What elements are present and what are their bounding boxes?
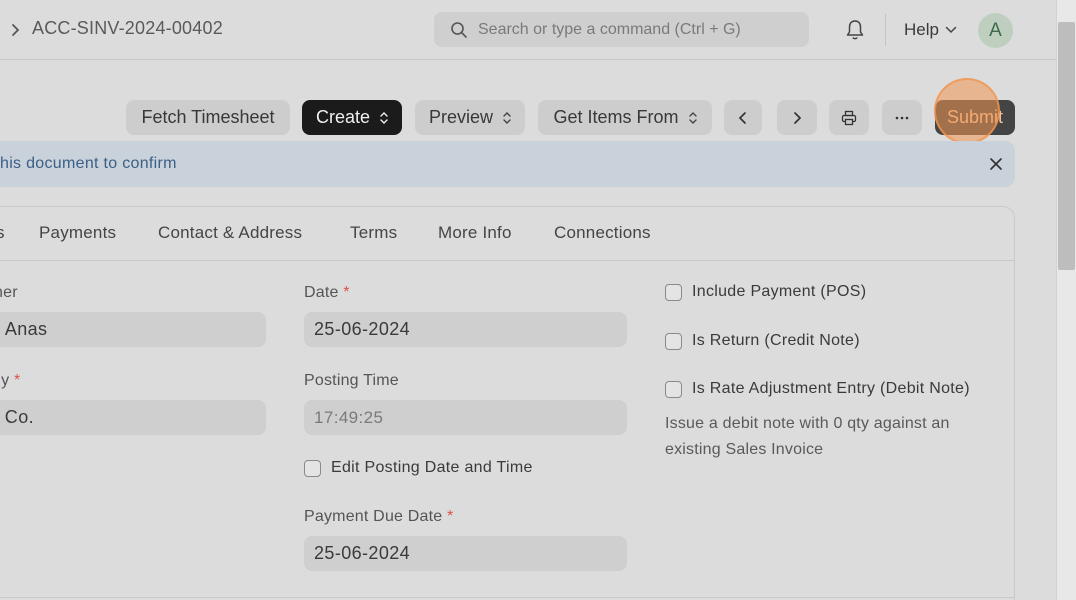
chevron-down-icon [945, 26, 957, 34]
get-items-from-dropdown-button[interactable]: Get Items From [538, 100, 712, 135]
previous-document-button[interactable] [724, 100, 762, 135]
preview-dropdown-button[interactable]: Preview [415, 100, 525, 135]
next-document-button[interactable] [777, 100, 817, 135]
company-label: ny * [0, 372, 20, 390]
scrollbar-thumb[interactable] [1058, 22, 1075, 270]
updown-chevron-icon [688, 111, 697, 124]
user-avatar[interactable]: A [978, 13, 1013, 48]
required-asterisk: * [343, 284, 350, 301]
printer-icon [841, 110, 857, 125]
alert-text: his document to confirm [0, 155, 177, 172]
tab-details[interactable]: s [0, 223, 5, 243]
required-asterisk: * [447, 508, 454, 525]
help-label: Help [904, 20, 939, 39]
submit-reminder-alert: his document to confirm [0, 141, 1015, 187]
chevron-right-icon [794, 111, 802, 124]
company-label-text: ny [0, 372, 10, 389]
chevron-right-icon [12, 24, 20, 36]
notification-bell-icon[interactable] [845, 19, 865, 41]
posting-time-label: Posting Time [304, 372, 399, 389]
include-payment-checkbox-row[interactable]: Include Payment (POS) [665, 283, 866, 301]
chevron-left-icon [738, 111, 746, 124]
is-return-checkbox[interactable] [665, 332, 682, 350]
payment-due-date-label: Payment Due Date * [304, 508, 453, 526]
is-return-checkbox-row[interactable]: Is Return (Credit Note) [665, 332, 860, 350]
fetch-timesheet-button[interactable]: Fetch Timesheet [126, 100, 290, 135]
tab-terms[interactable]: Terms [350, 223, 397, 243]
edit-posting-date-checkbox-row[interactable]: Edit Posting Date and Time [304, 459, 533, 477]
create-dropdown-button[interactable]: Create [302, 100, 402, 135]
navbar-divider [885, 14, 886, 46]
required-asterisk: * [13, 372, 21, 389]
payment-due-date-label-text: Payment Due Date [304, 508, 443, 525]
customer-field[interactable]: n Anas [0, 312, 266, 347]
tabs-divider [0, 260, 1014, 261]
section-divider [0, 597, 1014, 598]
rate-adjustment-checkbox[interactable] [665, 380, 682, 398]
is-return-label: Is Return (Credit Note) [692, 332, 860, 349]
edit-posting-date-checkbox[interactable] [304, 459, 321, 477]
edit-posting-date-label: Edit Posting Date and Time [331, 459, 533, 476]
rate-adjustment-checkbox-row[interactable]: Is Rate Adjustment Entry (Debit Note) [665, 380, 970, 398]
page-scrollbar[interactable] [1056, 0, 1076, 600]
search-bar[interactable] [434, 12, 809, 47]
rate-adjustment-label: Is Rate Adjustment Entry (Debit Note) [692, 380, 970, 397]
tab-contact-address[interactable]: Contact & Address [158, 223, 302, 243]
include-payment-label: Include Payment (POS) [692, 283, 867, 300]
tab-payments[interactable]: Payments [39, 223, 116, 243]
help-dropdown[interactable]: Help [904, 20, 957, 40]
date-label: Date * [304, 284, 350, 302]
posting-date-field[interactable]: 25-06-2024 [304, 312, 627, 347]
search-input[interactable] [478, 20, 798, 39]
submit-button[interactable]: Submit [935, 100, 1015, 135]
print-button[interactable] [829, 100, 869, 135]
more-actions-button[interactable] [882, 100, 922, 135]
posting-time-field[interactable]: 17:49:25 [304, 400, 627, 435]
updown-chevron-icon [380, 111, 388, 124]
date-label-text: Date [304, 284, 339, 301]
updown-chevron-icon [503, 111, 511, 124]
ellipsis-icon [895, 116, 909, 119]
top-navbar: ACC-SINV-2024-00402 Help A [0, 0, 1056, 60]
customer-label: ner [0, 284, 18, 301]
tab-connections[interactable]: Connections [554, 223, 651, 243]
get-items-from-label: Get Items From [553, 107, 679, 127]
close-icon[interactable] [989, 157, 1003, 171]
rate-adjustment-help-text: Issue a debit note with 0 qty against an… [665, 415, 950, 458]
payment-due-date-field[interactable]: 25-06-2024 [304, 536, 627, 571]
company-field[interactable]: k Co. [0, 400, 266, 435]
preview-label: Preview [428, 107, 494, 127]
breadcrumb-document-id[interactable]: ACC-SINV-2024-00402 [32, 18, 223, 39]
include-payment-checkbox[interactable] [665, 283, 682, 301]
search-icon [451, 21, 467, 38]
tab-more-info[interactable]: More Info [438, 223, 512, 243]
create-label: Create [315, 107, 371, 127]
